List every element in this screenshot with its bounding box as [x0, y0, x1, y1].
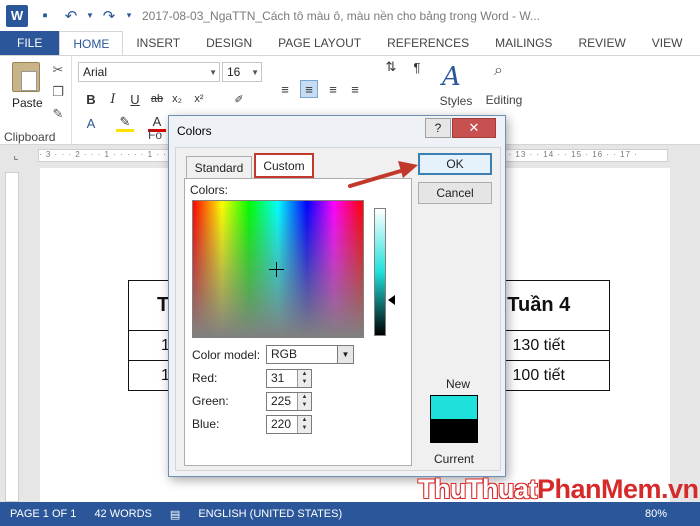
- paste-icon[interactable]: [12, 62, 40, 92]
- dialog-body: Standard Custom Colors: Color model: RGB…: [175, 147, 501, 471]
- tab-file[interactable]: FILE: [0, 31, 60, 55]
- spin-arrows-icon[interactable]: ▲ ▼: [297, 370, 311, 387]
- status-bar: PAGE 1 OF 1 42 WORDS ▤ ENGLISH (UNITED S…: [0, 502, 700, 526]
- styles-label[interactable]: Styles: [434, 94, 478, 108]
- color-model-select[interactable]: RGB ▼: [266, 345, 354, 364]
- current-color-label: Current: [434, 452, 475, 466]
- proofing-icon[interactable]: ▤: [170, 508, 180, 521]
- close-button[interactable]: ✕: [452, 118, 496, 138]
- page-count[interactable]: PAGE 1 OF 1: [10, 508, 76, 520]
- sort-icon[interactable]: ⇅: [382, 58, 400, 76]
- tab-references[interactable]: REFERENCES: [374, 31, 482, 55]
- font-size-value: 16: [227, 65, 241, 79]
- tab-page-layout[interactable]: PAGE LAYOUT: [265, 31, 374, 55]
- undo-dropdown-icon[interactable]: ▼: [84, 3, 96, 29]
- crosshair-icon[interactable]: [269, 262, 284, 277]
- word-count[interactable]: 42 WORDS: [94, 508, 151, 520]
- tab-design[interactable]: DESIGN: [193, 31, 265, 55]
- watermark-logo: ThuThuatPhanMem.vn: [418, 474, 699, 505]
- watermark-part-2: PhanMem.vn: [536, 474, 699, 504]
- clipboard-group-label: Clipboard: [4, 130, 56, 144]
- format-painter-icon[interactable]: ✎: [50, 106, 66, 122]
- red-value: 31: [271, 371, 285, 385]
- colors-label: Colors:: [190, 183, 229, 197]
- tab-selector-icon[interactable]: ⌞: [8, 147, 24, 163]
- font-name-value: Arial: [83, 65, 108, 79]
- zoom-level[interactable]: 80%: [645, 508, 667, 520]
- color-model-value: RGB: [271, 347, 298, 361]
- align-right-icon[interactable]: ≡: [324, 80, 342, 98]
- justify-icon[interactable]: ≡: [346, 80, 364, 98]
- green-label: Green:: [192, 394, 229, 408]
- quick-access-toolbar: ▪ ↶ ▼ ↷ ▾: [32, 0, 136, 31]
- title-bar: W ▪ ↶ ▼ ↷ ▾ 2017-08-03_NgaTTN_Cách tô mà…: [0, 0, 700, 31]
- customize-qat-icon[interactable]: ▾: [122, 3, 136, 29]
- editing-label[interactable]: Editing: [482, 93, 526, 107]
- tab-home[interactable]: HOME: [59, 31, 124, 55]
- luminance-slider[interactable]: [374, 208, 386, 336]
- show-marks-icon[interactable]: ¶: [408, 58, 426, 76]
- tab-custom[interactable]: Custom: [254, 153, 314, 178]
- blue-input[interactable]: 220 ▲ ▼: [266, 415, 312, 434]
- align-left-icon[interactable]: ≡: [276, 80, 294, 98]
- subscript-icon[interactable]: x₂: [168, 90, 186, 108]
- luminance-pointer-icon[interactable]: [388, 295, 395, 305]
- new-color-label: New: [446, 377, 471, 391]
- new-color-swatch: [430, 395, 478, 419]
- tab-standard[interactable]: Standard: [186, 156, 252, 178]
- language-indicator[interactable]: ENGLISH (UNITED STATES): [198, 508, 342, 520]
- vertical-ruler[interactable]: [5, 172, 19, 502]
- spin-arrows-icon[interactable]: ▲ ▼: [297, 393, 311, 410]
- redo-icon[interactable]: ↷: [96, 3, 122, 29]
- editing-icon[interactable]: ⌕: [494, 62, 518, 86]
- align-center-icon[interactable]: ≡: [300, 80, 318, 98]
- chevron-down-icon: ▼: [209, 68, 217, 77]
- green-input[interactable]: 225 ▲ ▼: [266, 392, 312, 411]
- tab-insert[interactable]: INSERT: [123, 31, 193, 55]
- red-input[interactable]: 31 ▲ ▼: [266, 369, 312, 388]
- tab-view[interactable]: VIEW: [639, 31, 696, 55]
- color-model-label: Color model:: [192, 348, 261, 362]
- ok-button[interactable]: OK: [418, 153, 492, 175]
- clear-formatting-icon[interactable]: ✐: [230, 90, 248, 108]
- tab-review[interactable]: REVIEW: [565, 31, 638, 55]
- current-color-swatch: [430, 419, 478, 443]
- tab-mailings[interactable]: MAILINGS: [482, 31, 565, 55]
- spin-arrows-icon[interactable]: ▲ ▼: [297, 416, 311, 433]
- blue-value: 220: [271, 417, 292, 431]
- watermark-part-1: ThuThuat: [418, 474, 537, 504]
- help-button[interactable]: ?: [425, 118, 451, 138]
- undo-icon[interactable]: ↶: [58, 3, 84, 29]
- chevron-down-icon: ▼: [251, 68, 259, 77]
- word-logo-icon: W: [6, 4, 28, 27]
- font-name-select[interactable]: Arial ▼: [78, 62, 220, 82]
- cancel-button[interactable]: Cancel: [418, 182, 492, 204]
- blue-label: Blue:: [192, 417, 220, 431]
- paste-button-label[interactable]: Paste: [12, 96, 43, 110]
- colors-dialog: Colors ? ✕ Standard Custom Colors: Color…: [168, 115, 506, 477]
- cut-icon[interactable]: ✂: [50, 62, 66, 78]
- save-icon[interactable]: ▪: [32, 3, 58, 29]
- superscript-icon[interactable]: x²: [190, 90, 208, 108]
- ribbon-tabs: FILE HOME INSERT DESIGN PAGE LAYOUT REFE…: [0, 31, 700, 55]
- green-value: 225: [271, 394, 292, 408]
- red-label: Red:: [192, 371, 218, 385]
- strikethrough-icon[interactable]: ab: [148, 90, 166, 108]
- chevron-down-icon: ▼: [337, 346, 353, 363]
- bold-icon[interactable]: B: [82, 90, 100, 108]
- styles-icon[interactable]: A: [442, 62, 468, 92]
- window-title: 2017-08-03_NgaTTN_Cách tô màu ô, màu nền…: [142, 8, 540, 23]
- font-size-select[interactable]: 16 ▼: [222, 62, 262, 82]
- underline-icon[interactable]: U: [126, 90, 144, 108]
- copy-icon[interactable]: ❐: [50, 84, 66, 100]
- text-effects-icon[interactable]: A: [82, 114, 100, 132]
- highlight-icon[interactable]: ✎: [116, 114, 134, 132]
- italic-icon[interactable]: I: [104, 90, 122, 108]
- dialog-title: Colors: [177, 124, 212, 138]
- clipboard-group: Paste ✂ ❐ ✎ Clipboard: [0, 56, 72, 146]
